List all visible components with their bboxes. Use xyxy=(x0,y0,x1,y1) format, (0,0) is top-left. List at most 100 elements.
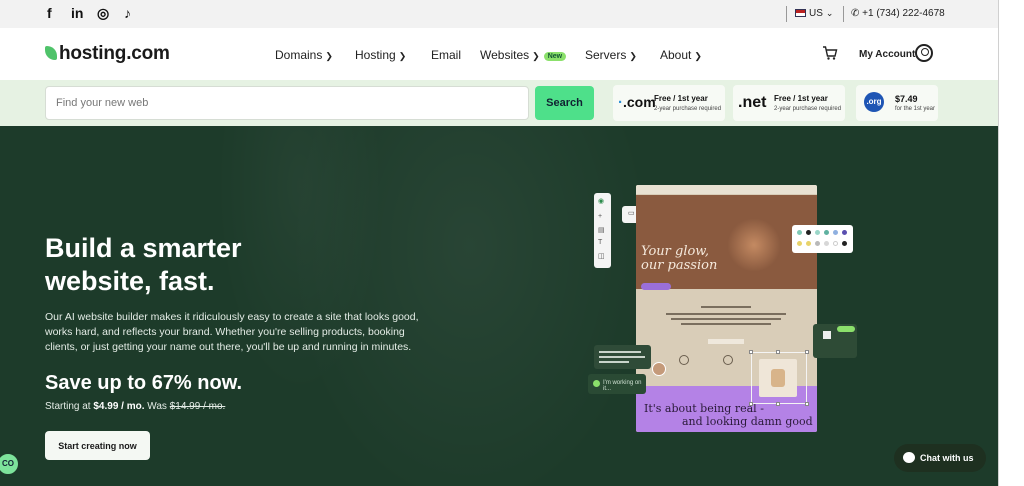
original-price: $14.99 / mo. xyxy=(169,401,226,412)
phone-link[interactable]: ✆ +1 (734) 222-4678 xyxy=(851,8,945,19)
was-label: Was xyxy=(147,401,167,412)
swatch xyxy=(824,241,829,246)
widget-icon xyxy=(823,331,831,339)
color-palette-popover xyxy=(792,225,853,253)
swatch xyxy=(824,230,829,235)
swatch xyxy=(797,241,802,246)
chevron-down-icon: ❯ xyxy=(532,51,540,61)
logo[interactable]: hosting.com xyxy=(45,43,170,65)
preview-text-line xyxy=(708,339,744,344)
hero-title-line: website, fast. xyxy=(45,266,215,296)
ai-icon: ◉ xyxy=(598,198,605,205)
locale-label: US xyxy=(809,8,823,19)
nav-servers[interactable]: Servers ❯ xyxy=(585,48,637,62)
hero-description: Our AI website builder makes it ridiculo… xyxy=(45,311,419,353)
preview-nav xyxy=(636,185,817,194)
chevron-down-icon: ❯ xyxy=(398,51,407,61)
domain-search-strip: Search ·.com Free / 1st year 2-year purc… xyxy=(0,80,998,126)
ai-status-bar: I'm working on it... xyxy=(588,374,646,394)
org-badge: .org xyxy=(864,92,884,112)
start-creating-button[interactable]: Start creating now xyxy=(45,431,150,460)
preview-text-line xyxy=(701,306,751,308)
current-price: $4.99 / mo. xyxy=(93,401,145,412)
nav-label: About xyxy=(660,48,692,62)
chevron-down-icon: ❯ xyxy=(629,51,637,61)
widget-tag xyxy=(837,326,855,332)
ai-status-icon xyxy=(593,380,600,387)
preview-feature xyxy=(710,355,746,375)
nav-websites[interactable]: Websites ❯ New xyxy=(480,48,567,62)
tld-offer-org[interactable]: .org $7.49 for the 1st year xyxy=(856,85,938,121)
page-scrollbar[interactable] xyxy=(998,0,1024,486)
linkedin-icon[interactable]: in xyxy=(71,5,83,21)
nav-label: Websites xyxy=(480,48,530,62)
nav-email[interactable]: Email xyxy=(431,48,461,62)
chevron-down-icon: ❯ xyxy=(325,51,333,61)
facebook-icon[interactable]: f xyxy=(47,5,52,21)
my-account-link[interactable]: My Account xyxy=(859,49,915,60)
nav-label: Email xyxy=(431,48,462,62)
builder-toolbar: ◉ + ▤ T ◫ xyxy=(594,193,611,268)
tiktok-icon[interactable]: ♪ xyxy=(124,5,131,21)
hero-title-line: Build a smarter xyxy=(45,233,242,263)
chat-button[interactable]: Chat with us xyxy=(894,444,986,472)
swatch xyxy=(842,241,847,246)
domain-search-input[interactable] xyxy=(45,86,529,120)
new-badge: New xyxy=(543,52,567,61)
divider xyxy=(843,6,844,22)
nav-label: Hosting xyxy=(355,48,396,62)
tld-offer-com[interactable]: ·.com Free / 1st year 2-year purchase re… xyxy=(613,85,725,121)
preview-button xyxy=(641,283,671,290)
ai-status-text: I'm working on it... xyxy=(603,380,642,392)
chevron-down-icon: ⌄ xyxy=(825,8,834,18)
tld-name: ·.com xyxy=(618,94,656,111)
swatch xyxy=(833,230,838,235)
locale-selector[interactable]: US ⌄ xyxy=(795,8,833,19)
tld-offer-note: for the 1st year xyxy=(895,106,936,112)
price-prefix: Starting at xyxy=(45,401,91,412)
database-icon: ◫ xyxy=(598,253,605,260)
swatch xyxy=(806,241,811,246)
nav-label: Servers xyxy=(585,48,627,62)
swatch xyxy=(833,241,838,246)
preview-text-line xyxy=(681,323,771,325)
avatar xyxy=(652,362,666,376)
chevron-down-icon: ❯ xyxy=(694,51,702,61)
instagram-icon[interactable]: ◎ xyxy=(97,5,109,22)
swatch xyxy=(806,230,811,235)
chat-label: Chat with us xyxy=(920,453,974,463)
desktop-icon: ▭ xyxy=(628,210,635,217)
tld-offer-text: Free / 1st year xyxy=(774,94,828,103)
swatch xyxy=(797,230,802,235)
us-flag-icon xyxy=(795,9,806,17)
phone-number: +1 (734) 222-4678 xyxy=(862,8,945,19)
preview-headline: Your glow, our passion xyxy=(641,244,718,273)
search-button[interactable]: Search xyxy=(535,86,594,120)
tld-offer-text: Free / 1st year xyxy=(654,94,708,103)
chat-bubble-icon xyxy=(903,452,915,463)
cart-icon[interactable] xyxy=(822,45,838,61)
main-nav: hosting.com Domains ❯ Hosting ❯ Email Webs… xyxy=(0,28,998,80)
swatch xyxy=(815,241,820,246)
user-icon[interactable] xyxy=(915,44,933,62)
nav-label: Domains xyxy=(275,48,323,62)
nav-about[interactable]: About ❯ xyxy=(660,48,702,62)
tld-offer-net[interactable]: .net Free / 1st year 2-year purchase req… xyxy=(733,85,845,121)
nav-hosting[interactable]: Hosting ❯ xyxy=(355,48,406,62)
selection-box xyxy=(749,350,809,406)
tld-name: .net xyxy=(738,94,767,111)
hero-section: Build a smarter website, fast. Our AI we… xyxy=(0,126,998,486)
preview-hero-photo: Your glow, our passion xyxy=(636,195,817,290)
hero-price-line: Starting at $4.99 / mo. Was $14.99 / mo. xyxy=(45,401,225,412)
tld-offer-note: 2-year purchase required xyxy=(654,106,722,112)
top-utility-bar: f in ◎ ♪ US ⌄ ✆ +1 (734) 222-4678 xyxy=(0,0,998,28)
preview-text-line xyxy=(671,318,781,320)
leaf-logo-icon xyxy=(45,46,57,60)
swatch xyxy=(815,230,820,235)
layout-icon: ▤ xyxy=(598,227,605,234)
nav-domains[interactable]: Domains ❯ xyxy=(275,48,333,62)
logo-text: hosting.com xyxy=(59,43,170,64)
preview-footer-text: It's about being real - and looking damn… xyxy=(644,402,813,428)
floating-widget-button[interactable]: CO xyxy=(0,452,20,476)
hero-title: Build a smarter website, fast. xyxy=(45,232,345,298)
